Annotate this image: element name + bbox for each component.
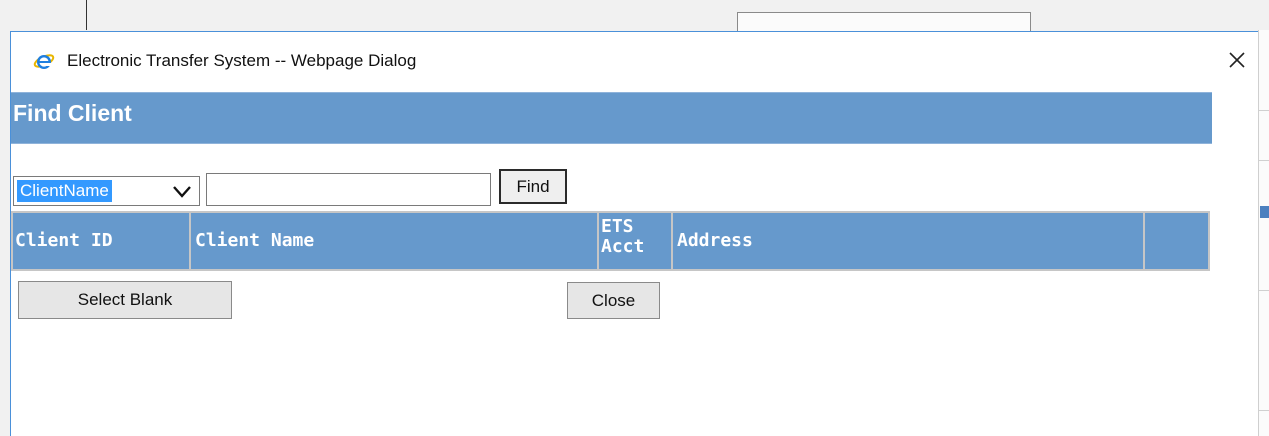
find-client-dialog: Electronic Transfer System -- Webpage Di… <box>10 31 1258 436</box>
search-input[interactable] <box>206 173 491 206</box>
column-label-line: ETS <box>601 216 634 237</box>
column-label: Client ID <box>15 230 113 251</box>
background-divider <box>86 0 87 30</box>
close-button[interactable]: Close <box>567 282 660 319</box>
column-header-client-id[interactable]: Client ID <box>13 213 191 269</box>
column-header-client-name[interactable]: Client Name <box>191 213 599 269</box>
dialog-title: Electronic Transfer System -- Webpage Di… <box>67 51 417 70</box>
column-label-line: Acct <box>601 236 645 257</box>
column-label: Client Name <box>195 230 315 251</box>
close-icon[interactable] <box>1225 48 1249 72</box>
search-field-selected: ClientName <box>17 180 112 202</box>
column-header-ets-acct[interactable]: ETS Acct <box>599 213 673 269</box>
page-header: Find Client <box>11 92 1212 144</box>
background-rule <box>1259 290 1269 291</box>
column-label: Address <box>677 230 753 251</box>
page-title: Find Client <box>13 100 132 126</box>
background-rule <box>1259 410 1269 411</box>
search-field-select[interactable]: ClientName <box>13 176 200 206</box>
background-rule <box>1259 110 1269 111</box>
background-tab <box>1260 206 1269 218</box>
column-header-address[interactable]: Address <box>673 213 1145 269</box>
dialog-titlebar: Electronic Transfer System -- Webpage Di… <box>11 32 1258 90</box>
results-table: Client ID Client Name ETS Acct Address <box>11 211 1210 271</box>
select-blank-button[interactable]: Select Blank <box>18 281 232 319</box>
find-button[interactable]: Find <box>499 169 567 204</box>
background-panel <box>1258 30 1269 436</box>
chevron-down-icon <box>173 186 191 198</box>
background-rule <box>1259 160 1269 161</box>
internet-explorer-icon <box>33 54 55 69</box>
column-label: ETS Acct <box>601 217 644 257</box>
column-header-blank <box>1145 213 1208 269</box>
